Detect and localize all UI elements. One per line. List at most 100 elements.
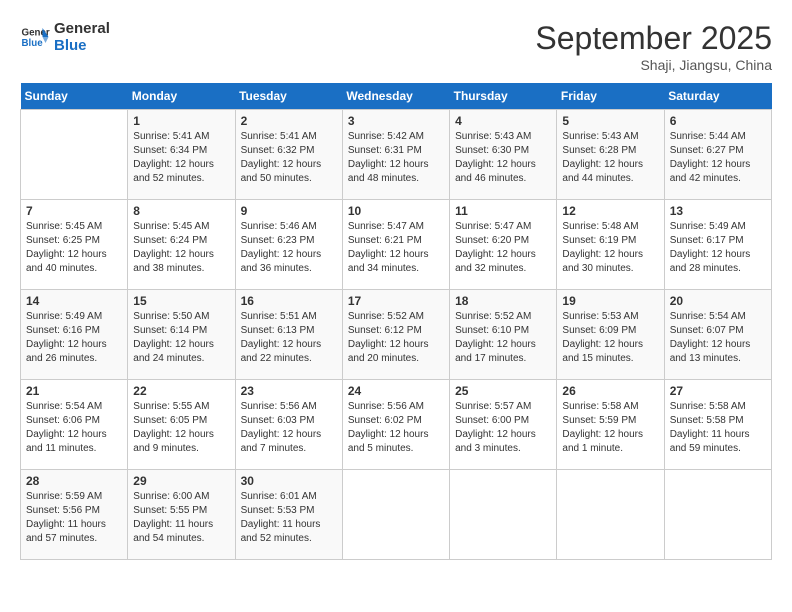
calendar-cell: 3 Sunrise: 5:42 AM Sunset: 6:31 PM Daylig… xyxy=(342,110,449,200)
day-info: Sunrise: 5:54 AM Sunset: 6:06 PM Dayligh… xyxy=(26,400,122,456)
weekday-header: Wednesday xyxy=(342,83,449,110)
day-number: 30 xyxy=(241,474,337,488)
day-info: Sunrise: 5:50 AM Sunset: 6:14 PM Dayligh… xyxy=(133,310,229,366)
month-title: September 2025 xyxy=(535,20,772,57)
day-info: Sunrise: 5:43 AM Sunset: 6:30 PM Dayligh… xyxy=(455,130,551,186)
calendar-cell: 8Sunrise: 5:45 AM Sunset: 6:24 PM Daylig… xyxy=(128,200,235,290)
calendar-cell: 20 Sunrise: 5:54 AM Sunset: 6:07 PM Dayli… xyxy=(664,290,771,380)
day-info: Sunrise: 5:47 AM Sunset: 6:20 PM Dayligh… xyxy=(455,220,551,276)
calendar-cell: 29Sunrise: 6:00 AM Sunset: 5:55 PM Dayli… xyxy=(128,470,235,560)
weekday-header: Monday xyxy=(128,83,235,110)
day-info: Sunrise: 5:53 AM Sunset: 6:09 PM Dayligh… xyxy=(562,310,658,366)
day-info: Sunrise: 6:01 AM Sunset: 5:53 PM Dayligh… xyxy=(241,490,337,546)
day-info: Sunrise: 5:41 AM Sunset: 6:34 PM Dayligh… xyxy=(133,130,229,186)
weekday-header: Tuesday xyxy=(235,83,342,110)
day-number: 9 xyxy=(241,204,337,218)
calendar-cell: 13Sunrise: 5:49 AM Sunset: 6:17 PM Dayli… xyxy=(664,200,771,290)
calendar-cell: 2 Sunrise: 5:41 AM Sunset: 6:32 PM Daylig… xyxy=(235,110,342,200)
calendar-cell: 18 Sunrise: 5:52 AM Sunset: 6:10 PM Dayli… xyxy=(450,290,557,380)
day-number: 14 xyxy=(26,294,122,308)
weekday-header: Friday xyxy=(557,83,664,110)
calendar-week-row: 28Sunrise: 5:59 AM Sunset: 5:56 PM Dayli… xyxy=(21,470,772,560)
calendar-cell: 12Sunrise: 5:48 AM Sunset: 6:19 PM Dayli… xyxy=(557,200,664,290)
calendar-cell: 21Sunrise: 5:54 AM Sunset: 6:06 PM Dayli… xyxy=(21,380,128,470)
calendar-cell: 7Sunrise: 5:45 AM Sunset: 6:25 PM Daylig… xyxy=(21,200,128,290)
calendar-cell: 19 Sunrise: 5:53 AM Sunset: 6:09 PM Dayli… xyxy=(557,290,664,380)
day-number: 15 xyxy=(133,294,229,308)
logo: General Blue General Blue xyxy=(20,20,110,54)
logo-icon: General Blue xyxy=(20,22,50,52)
calendar-cell: 14 Sunrise: 5:49 AM Sunset: 6:16 PM Dayli… xyxy=(21,290,128,380)
day-info: Sunrise: 5:57 AM Sunset: 6:00 PM Dayligh… xyxy=(455,400,551,456)
day-number: 13 xyxy=(670,204,766,218)
calendar-cell: 22 Sunrise: 5:55 AM Sunset: 6:05 PM Dayli… xyxy=(128,380,235,470)
day-info: Sunrise: 5:45 AM Sunset: 6:24 PM Dayligh… xyxy=(133,220,229,276)
day-number: 4 xyxy=(455,114,551,128)
location-subtitle: Shaji, Jiangsu, China xyxy=(535,57,772,73)
day-number: 25 xyxy=(455,384,551,398)
calendar-cell xyxy=(450,470,557,560)
day-info: Sunrise: 5:58 AM Sunset: 5:59 PM Dayligh… xyxy=(562,400,658,456)
day-info: Sunrise: 5:54 AM Sunset: 6:07 PM Dayligh… xyxy=(670,310,766,366)
day-info: Sunrise: 5:52 AM Sunset: 6:12 PM Dayligh… xyxy=(348,310,444,366)
calendar-cell: 10 Sunrise: 5:47 AM Sunset: 6:21 PM Dayli… xyxy=(342,200,449,290)
svg-text:Blue: Blue xyxy=(22,38,44,49)
day-number: 2 xyxy=(241,114,337,128)
calendar-cell: 24 Sunrise: 5:56 AM Sunset: 6:02 PM Dayli… xyxy=(342,380,449,470)
day-number: 26 xyxy=(562,384,658,398)
day-number: 28 xyxy=(26,474,122,488)
calendar-cell: 1Sunrise: 5:41 AM Sunset: 6:34 PM Daylig… xyxy=(128,110,235,200)
logo-blue-text: Blue xyxy=(54,37,110,54)
weekday-header: Sunday xyxy=(21,83,128,110)
calendar-cell: 16 Sunrise: 5:51 AM Sunset: 6:13 PM Dayli… xyxy=(235,290,342,380)
day-number: 16 xyxy=(241,294,337,308)
calendar-cell: 28Sunrise: 5:59 AM Sunset: 5:56 PM Dayli… xyxy=(21,470,128,560)
logo-general-text: General xyxy=(54,20,110,37)
day-info: Sunrise: 5:44 AM Sunset: 6:27 PM Dayligh… xyxy=(670,130,766,186)
day-info: Sunrise: 5:47 AM Sunset: 6:21 PM Dayligh… xyxy=(348,220,444,276)
calendar-cell: 6Sunrise: 5:44 AM Sunset: 6:27 PM Daylig… xyxy=(664,110,771,200)
calendar-cell: 4 Sunrise: 5:43 AM Sunset: 6:30 PM Daylig… xyxy=(450,110,557,200)
day-number: 17 xyxy=(348,294,444,308)
calendar-cell: 17 Sunrise: 5:52 AM Sunset: 6:12 PM Dayli… xyxy=(342,290,449,380)
day-number: 10 xyxy=(348,204,444,218)
calendar-week-row: 7Sunrise: 5:45 AM Sunset: 6:25 PM Daylig… xyxy=(21,200,772,290)
day-number: 11 xyxy=(455,204,551,218)
day-info: Sunrise: 5:55 AM Sunset: 6:05 PM Dayligh… xyxy=(133,400,229,456)
day-number: 20 xyxy=(670,294,766,308)
day-info: Sunrise: 5:41 AM Sunset: 6:32 PM Dayligh… xyxy=(241,130,337,186)
weekday-header: Saturday xyxy=(664,83,771,110)
day-number: 27 xyxy=(670,384,766,398)
calendar-cell: 9Sunrise: 5:46 AM Sunset: 6:23 PM Daylig… xyxy=(235,200,342,290)
day-info: Sunrise: 6:00 AM Sunset: 5:55 PM Dayligh… xyxy=(133,490,229,546)
day-info: Sunrise: 5:43 AM Sunset: 6:28 PM Dayligh… xyxy=(562,130,658,186)
day-number: 3 xyxy=(348,114,444,128)
day-info: Sunrise: 5:56 AM Sunset: 6:03 PM Dayligh… xyxy=(241,400,337,456)
calendar-cell xyxy=(21,110,128,200)
calendar-header-row: SundayMondayTuesdayWednesdayThursdayFrid… xyxy=(21,83,772,110)
day-info: Sunrise: 5:58 AM Sunset: 5:58 PM Dayligh… xyxy=(670,400,766,456)
day-info: Sunrise: 5:52 AM Sunset: 6:10 PM Dayligh… xyxy=(455,310,551,366)
calendar-cell: 26 Sunrise: 5:58 AM Sunset: 5:59 PM Dayli… xyxy=(557,380,664,470)
day-info: Sunrise: 5:42 AM Sunset: 6:31 PM Dayligh… xyxy=(348,130,444,186)
calendar-cell: 15 Sunrise: 5:50 AM Sunset: 6:14 PM Dayli… xyxy=(128,290,235,380)
day-info: Sunrise: 5:56 AM Sunset: 6:02 PM Dayligh… xyxy=(348,400,444,456)
day-info: Sunrise: 5:51 AM Sunset: 6:13 PM Dayligh… xyxy=(241,310,337,366)
calendar-week-row: 1Sunrise: 5:41 AM Sunset: 6:34 PM Daylig… xyxy=(21,110,772,200)
title-block: September 2025 Shaji, Jiangsu, China xyxy=(535,20,772,73)
day-number: 22 xyxy=(133,384,229,398)
calendar-cell: 11 Sunrise: 5:47 AM Sunset: 6:20 PM Dayli… xyxy=(450,200,557,290)
day-number: 7 xyxy=(26,204,122,218)
calendar-cell: 5 Sunrise: 5:43 AM Sunset: 6:28 PM Daylig… xyxy=(557,110,664,200)
calendar-table: SundayMondayTuesdayWednesdayThursdayFrid… xyxy=(20,83,772,560)
day-info: Sunrise: 5:49 AM Sunset: 6:16 PM Dayligh… xyxy=(26,310,122,366)
weekday-header: Thursday xyxy=(450,83,557,110)
page-header: General Blue General Blue September 2025… xyxy=(20,20,772,73)
calendar-cell: 25 Sunrise: 5:57 AM Sunset: 6:00 PM Dayli… xyxy=(450,380,557,470)
day-number: 5 xyxy=(562,114,658,128)
day-number: 19 xyxy=(562,294,658,308)
day-number: 24 xyxy=(348,384,444,398)
day-number: 18 xyxy=(455,294,551,308)
calendar-cell: 27 Sunrise: 5:58 AM Sunset: 5:58 PM Dayli… xyxy=(664,380,771,470)
calendar-cell xyxy=(664,470,771,560)
